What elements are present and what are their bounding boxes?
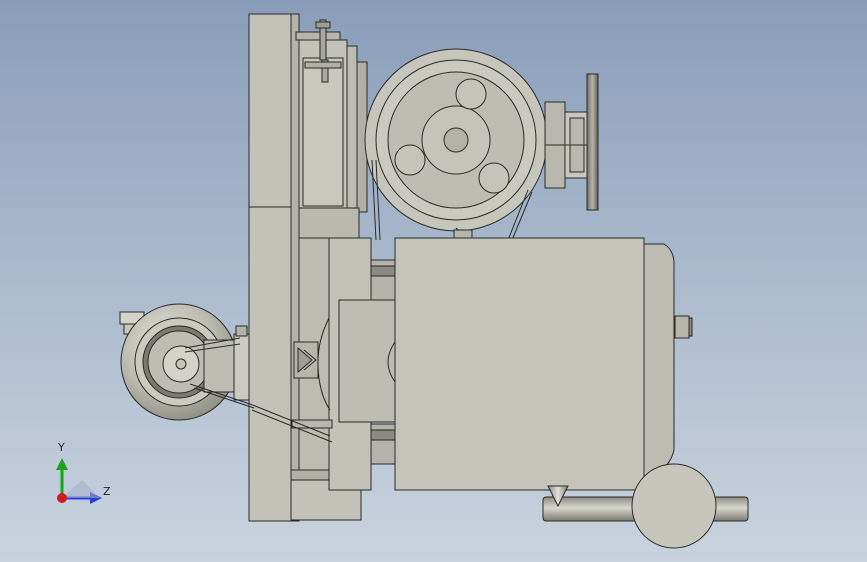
turbo-unit	[119, 303, 255, 421]
motor-body	[387, 237, 693, 491]
y-axis-label: Y	[58, 441, 65, 454]
coordinate-triad	[56, 458, 102, 504]
left-frame-plate	[248, 13, 300, 522]
motor-housing-left	[328, 237, 396, 491]
z-axis-label: Z	[103, 485, 111, 498]
pulley-shaft-flange	[544, 73, 599, 211]
cad-viewport[interactable]: Y Z	[0, 0, 867, 562]
upper-slide-assembly	[295, 19, 368, 239]
assembly-drawing	[56, 13, 749, 549]
